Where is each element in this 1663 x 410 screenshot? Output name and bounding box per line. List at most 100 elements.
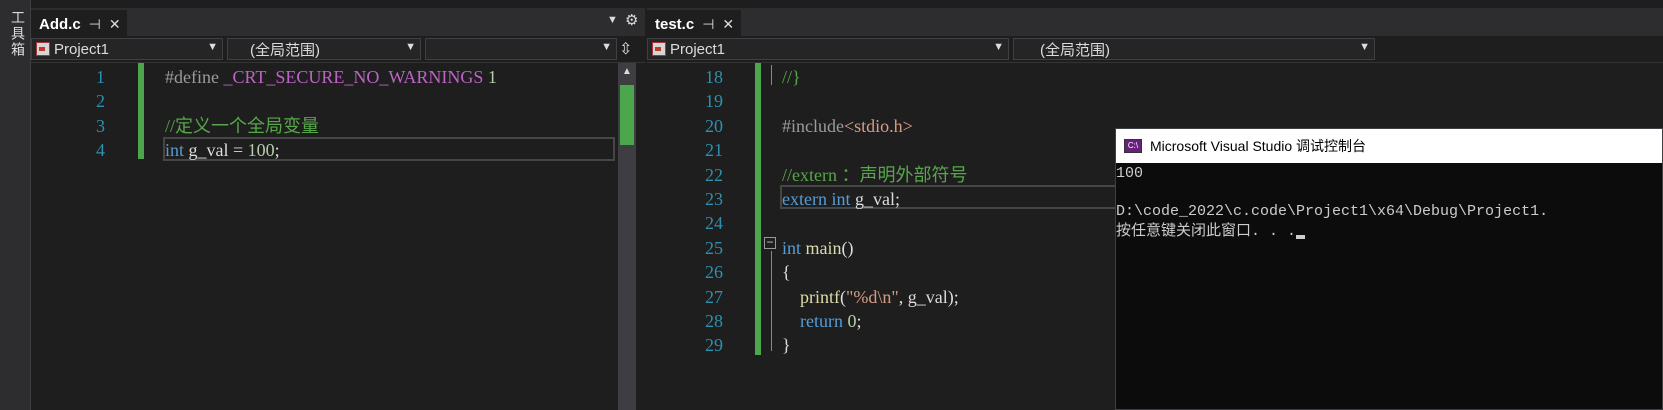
code-token: //extern ：声明外部符号 [782,164,968,185]
console-output-line: 按任意键关闭此窗口. . . [1116,222,1306,242]
code-token: main [805,237,842,258]
pin-icon[interactable]: ⊣ [702,16,714,33]
project-dropdown[interactable]: Project1 ▼ [647,38,1009,60]
left-scrollbar[interactable]: ▲ [618,63,636,410]
line-number: 1 [96,67,105,87]
line-number: 22 [705,164,723,185]
code-token: , g_val); [898,286,959,307]
line-number: 3 [96,115,105,136]
scope-dropdown[interactable]: (全局范围) ▼ [1013,38,1375,60]
code-token: g_val = [184,140,248,161]
close-icon[interactable]: ✕ [722,16,734,33]
code-token: } [782,335,791,356]
outline-guide [771,251,772,351]
code-token: 100 [247,140,275,161]
console-output-line: D:\code_2022\c.code\Project1\x64\Debug\P… [1116,203,1549,220]
code-line[interactable]: { [782,260,791,284]
line-number: 4 [96,140,105,161]
line-number: 21 [705,140,723,161]
split-icon[interactable]: ⇳ [619,39,632,59]
right-navbar: Project1 ▼ (全局范围) ▼ [647,37,1663,63]
code-token: ; [856,311,862,331]
debug-console-window[interactable]: C:\ Microsoft Visual Studio 调试控制台 100 D:… [1115,128,1663,410]
line-number: 23 [705,189,723,209]
code-token: ; [274,140,280,161]
code-line[interactable]: } [782,333,791,357]
right-tabbar: test.c ⊣ ✕ [647,8,1663,36]
dropdown-caret-icon: ▼ [405,41,416,53]
tab-add-c[interactable]: Add.c ⊣ ✕ [31,10,127,36]
project-icon [36,42,50,56]
outline-guide [771,65,772,85]
code-line[interactable]: //} [782,65,801,89]
line-number: 19 [705,91,723,112]
scrollbar-thumb[interactable] [620,85,634,145]
collapse-icon[interactable]: − [764,236,776,249]
change-marker [755,63,761,355]
code-token: g_val; [850,189,900,209]
console-title: Microsoft Visual Studio 调试控制台 [1150,138,1367,154]
console-titlebar[interactable]: C:\ Microsoft Visual Studio 调试控制台 [1116,129,1662,163]
dropdown-caret-icon: ▼ [207,41,218,53]
console-output-line: 100 [1116,165,1144,182]
code-token: int [782,237,802,258]
close-icon[interactable]: ✕ [109,16,121,33]
dropdown-caret-icon: ▼ [601,41,612,53]
code-line[interactable]: return 0; [782,309,862,333]
project-icon [652,42,666,56]
code-token: () [841,237,854,258]
line-number: 24 [705,213,723,234]
left-tabbar: Add.c ⊣ ✕ ▼ ⚙ [31,8,645,36]
dropdown-caret-icon: ▼ [1359,41,1370,53]
code-line[interactable]: extern int g_val; [782,187,900,211]
tab-test-c[interactable]: test.c ⊣ ✕ [647,10,741,36]
console-prompt-text: 按任意键关闭此窗口. . . [1116,223,1297,240]
tab-label: Add.c [39,15,81,33]
code-line[interactable]: printf("%d\n", g_val); [782,285,959,309]
code-token: #define [165,67,224,87]
text-cursor [1296,235,1306,239]
code-token: int [165,140,185,161]
line-number: 25 [705,237,723,258]
code-token: int [831,189,851,209]
toolbox-label[interactable]: 工具箱 [2,10,28,58]
code-token: <stdio.h> [843,115,913,136]
gear-icon[interactable]: ⚙ [625,11,638,29]
scope-label: (全局范围) [1040,41,1110,59]
code-line[interactable]: #include<stdio.h> [782,114,913,138]
left-code-editor[interactable]: 1 #define _CRT_SECURE_NO_WARNINGS 1 2 3//定义… [31,63,618,410]
project-label: Project1 [670,40,726,58]
code-line[interactable]: //定义一个全局变量 [165,114,319,138]
project-dropdown[interactable]: Project1 ▼ [31,38,223,60]
member-dropdown[interactable]: ▼ [425,38,617,60]
code-token: 1 [483,67,497,87]
left-navbar: Project1 ▼ (全局范围) ▼ ▼ ⇳ [31,37,645,63]
code-line[interactable]: int main() [782,236,854,260]
code-line[interactable]: int g_val = 100; [165,138,280,162]
change-marker [138,63,144,159]
dropdown-caret-icon: ▼ [993,41,1004,53]
line-number: 27 [705,286,723,307]
code-token: //定义一个全局变量 [165,115,320,136]
code-token: //} [782,67,801,87]
scope-label: (全局范围) [250,41,320,59]
scroll-up-icon[interactable]: ▲ [622,66,632,77]
toolbox-strip[interactable] [0,0,31,410]
scope-dropdown[interactable]: (全局范围) ▼ [227,38,421,60]
tab-label: test.c [655,15,695,33]
code-token: #include [782,115,844,136]
code-token: "%d\n" [846,286,899,307]
pin-icon[interactable]: ⊣ [89,16,101,33]
code-line[interactable]: #define _CRT_SECURE_NO_WARNINGS 1 [165,65,497,89]
code-token: extern [782,189,827,209]
dropdown-caret-icon[interactable]: ▼ [607,14,618,26]
code-token: printf [800,286,840,307]
line-number: 26 [705,262,723,283]
code-token: _CRT_SECURE_NO_WARNINGS [223,67,484,87]
line-number: 18 [705,67,723,87]
line-number: 20 [705,115,723,136]
code-line[interactable]: //extern ：声明外部符号 [782,163,967,187]
console-icon: C:\ [1124,139,1142,153]
